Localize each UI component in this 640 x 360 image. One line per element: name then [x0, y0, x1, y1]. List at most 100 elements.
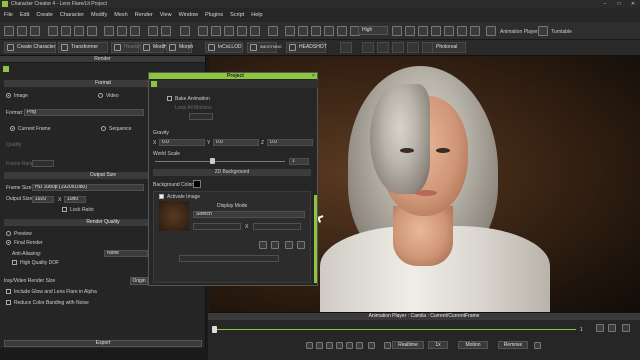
prev-frame-icon[interactable] — [316, 342, 323, 349]
settings-icon[interactable] — [418, 26, 428, 36]
timeline-settings-icon[interactable] — [608, 324, 616, 332]
iray-icon[interactable] — [405, 26, 415, 36]
frame-size-select[interactable]: HD 1080p (1920x1080) — [32, 184, 144, 191]
go-start-icon[interactable] — [306, 342, 313, 349]
quality-select[interactable]: High — [358, 26, 388, 35]
stop-icon[interactable] — [336, 342, 343, 349]
timeline-track[interactable] — [214, 329, 576, 330]
image-radio[interactable] — [6, 93, 11, 98]
high-quality-dof-checkbox[interactable] — [12, 260, 17, 265]
gravity-x-field[interactable]: 0.0 — [159, 139, 205, 146]
sequence-radio[interactable] — [101, 126, 106, 131]
photoreal-select[interactable]: Photoreal — [432, 42, 466, 53]
scale-icon[interactable] — [87, 26, 97, 36]
sculpt-icon[interactable] — [362, 42, 374, 53]
background-thumbnail[interactable] — [159, 201, 189, 231]
menu-window[interactable]: Window — [179, 12, 199, 18]
menu-view[interactable]: View — [160, 12, 172, 18]
move-icon[interactable] — [61, 26, 71, 36]
pan-icon[interactable] — [211, 26, 221, 36]
wire-icon[interactable] — [324, 26, 334, 36]
final-render-radio[interactable] — [6, 240, 11, 245]
go-end-icon[interactable] — [356, 342, 363, 349]
screenshot-icon[interactable] — [444, 26, 454, 36]
background-color-swatch[interactable] — [193, 180, 201, 188]
offset-y-field[interactable] — [253, 223, 301, 230]
brush-icon[interactable] — [392, 42, 404, 53]
person-icon[interactable] — [285, 26, 295, 36]
anim-player-icon[interactable] — [486, 26, 496, 36]
orbit-icon[interactable] — [237, 26, 247, 36]
gravity-y-field[interactable]: 0.0 — [213, 139, 259, 146]
redo-icon[interactable] — [161, 26, 171, 36]
preview-radio[interactable] — [6, 231, 11, 236]
animation-player-label[interactable]: Animation Player — [500, 29, 538, 35]
zoom-icon[interactable] — [224, 26, 234, 36]
transformer-button[interactable]: Transformer — [58, 42, 108, 53]
head-icon[interactable] — [298, 26, 308, 36]
texture-icon[interactable] — [337, 26, 347, 36]
timeline-options-icon[interactable] — [596, 324, 604, 332]
project-close-icon[interactable]: × — [312, 73, 315, 79]
select-icon[interactable] — [48, 26, 58, 36]
reduce-banding-checkbox[interactable] — [6, 300, 11, 305]
grid-icon[interactable] — [130, 26, 140, 36]
fit-icon[interactable] — [250, 26, 260, 36]
bake-animation-checkbox[interactable] — [167, 96, 172, 101]
image-path-field[interactable] — [179, 255, 279, 262]
light-icon[interactable] — [117, 26, 127, 36]
lock-ratio-checkbox[interactable] — [62, 207, 67, 212]
edit-image-icon[interactable] — [271, 241, 279, 249]
minimize-icon[interactable]: – — [598, 0, 612, 8]
height-field[interactable]: 1080 — [64, 196, 86, 203]
headshot-button[interactable]: HEADSHOT — [286, 42, 327, 53]
turntable-icon[interactable] — [538, 26, 548, 36]
undo-icon[interactable] — [148, 26, 158, 36]
timeline-pin-icon[interactable] — [622, 324, 630, 332]
world-scale-slider[interactable] — [155, 161, 285, 162]
render-icon[interactable] — [392, 26, 402, 36]
include-glow-checkbox[interactable] — [6, 289, 11, 294]
save-icon[interactable] — [30, 26, 40, 36]
home-icon[interactable] — [268, 26, 278, 36]
anti-aliasing-select[interactable]: None — [104, 250, 148, 257]
menu-help[interactable]: Help — [251, 12, 262, 18]
rotate-icon[interactable] — [74, 26, 84, 36]
menu-file[interactable]: File — [4, 12, 13, 18]
remove-button[interactable]: Remove — [498, 341, 528, 349]
shading-icon[interactable] — [311, 26, 321, 36]
gravity-z-field[interactable]: 0.0 — [267, 139, 313, 146]
create-character-button[interactable]: Create Character — [4, 42, 56, 53]
video-icon[interactable] — [457, 26, 467, 36]
export-button[interactable]: Export — [4, 340, 202, 347]
camera-icon[interactable] — [104, 26, 114, 36]
close-icon[interactable]: ✕ — [626, 0, 640, 8]
speed-select[interactable]: 1x — [428, 341, 448, 349]
render-panel-pin-icon[interactable] — [3, 66, 9, 72]
menu-character[interactable]: Character — [60, 12, 84, 18]
pin-icon[interactable] — [431, 26, 441, 36]
plugin-icon[interactable] — [340, 42, 352, 53]
delete-image-icon[interactable] — [297, 241, 305, 249]
play-icon[interactable] — [326, 342, 333, 349]
width-field[interactable]: 1920 — [32, 196, 54, 203]
video-radio[interactable] — [98, 93, 103, 98]
2d-background-section[interactable]: 2D Background — [153, 169, 311, 176]
origin-button[interactable]: Origin — [130, 277, 148, 285]
project-folder-icon[interactable] — [151, 81, 157, 87]
export-icon[interactable] — [470, 26, 480, 36]
turntable-label[interactable]: Turntable — [551, 29, 572, 35]
next-frame-icon[interactable] — [346, 342, 353, 349]
menu-render[interactable]: Render — [135, 12, 153, 18]
smoothing-button[interactable]: SMOOTHING — [247, 42, 282, 53]
view-icon[interactable] — [198, 26, 208, 36]
edit-motion-icon[interactable] — [534, 342, 541, 349]
world-scale-slider-handle[interactable] — [210, 158, 215, 164]
menu-script[interactable]: Script — [230, 12, 244, 18]
format-select[interactable]: Png — [24, 109, 144, 116]
display-mode-select[interactable]: Stretch — [193, 211, 305, 218]
undo-arrow-icon[interactable] — [180, 26, 190, 36]
headshot-left-button[interactable]: Headshot — [111, 42, 145, 53]
menu-create[interactable]: Create — [36, 12, 53, 18]
record-icon[interactable] — [384, 342, 391, 349]
